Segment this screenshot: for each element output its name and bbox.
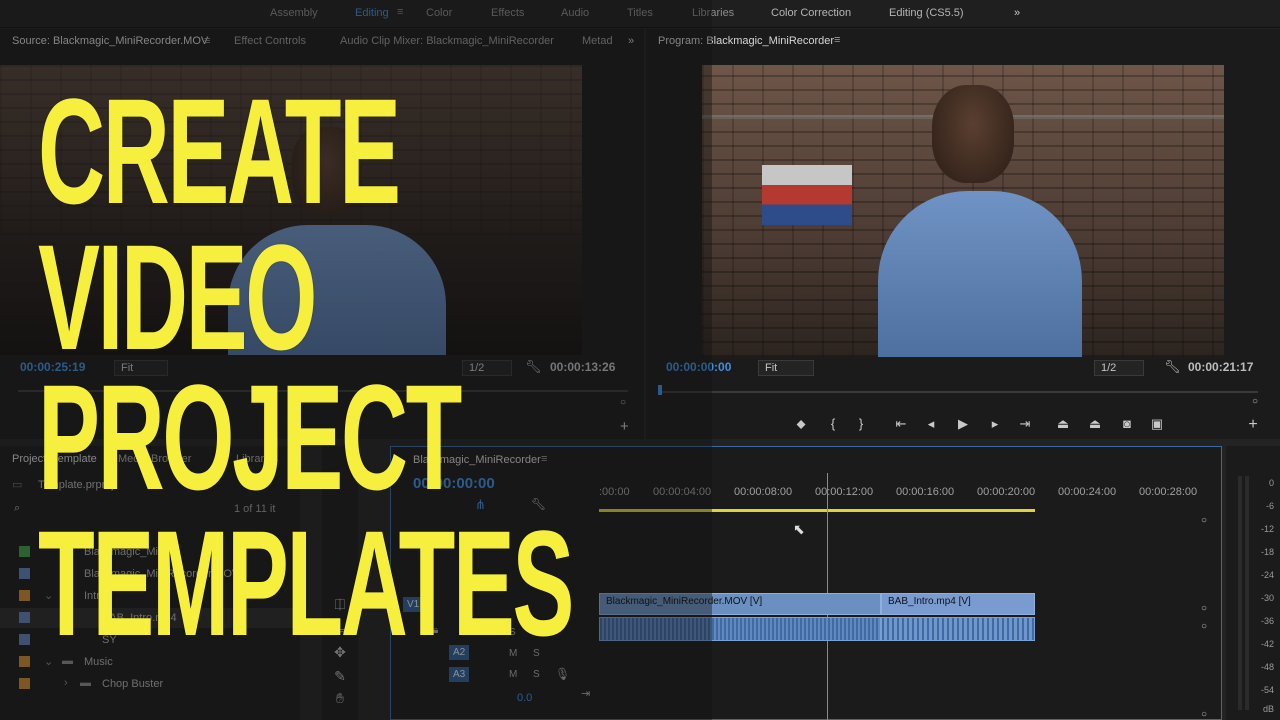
- program-tab-menu-icon[interactable]: ≡: [834, 34, 840, 46]
- ruler-tick-label: 00:00:16:00: [896, 486, 955, 498]
- timeline-scroll-handle-icon[interactable]: ○: [1201, 621, 1207, 632]
- audio-meters-panel: 0 -6 -12 -18 -24 -30 -36 -42 -48 -54 dB: [1226, 446, 1280, 720]
- lift-icon[interactable]: ⏏: [1052, 416, 1074, 432]
- headline-line-2: VIDEO: [38, 213, 317, 381]
- workspace-color-correction[interactable]: Color Correction: [771, 7, 851, 19]
- program-settings-wrench-icon[interactable]: 🔧︎: [1164, 359, 1181, 375]
- program-scrubber[interactable]: [660, 391, 1258, 393]
- ruler-tick-label: 00:00:28:00: [1139, 486, 1198, 498]
- headline-line-4: TEMPLATES: [38, 499, 574, 667]
- headline-line-3: PROJECT: [38, 353, 462, 521]
- video-clip[interactable]: BAB_Intro.mp4 [V]: [881, 593, 1035, 615]
- program-scroll-handle-icon[interactable]: ○: [1252, 396, 1258, 407]
- step-back-icon[interactable]: ◂: [920, 416, 942, 432]
- go-to-in-icon[interactable]: ⇤: [890, 416, 912, 432]
- go-to-out-icon[interactable]: ⇥: [1014, 416, 1036, 432]
- mark-in-icon[interactable]: {: [822, 416, 844, 431]
- program-video-frame: [702, 65, 1224, 357]
- program-flag: [762, 165, 852, 225]
- program-add-button-icon[interactable]: +: [1242, 416, 1264, 434]
- workspace-editing-cs55[interactable]: Editing (CS5.5): [889, 7, 964, 19]
- timeline-scroll-handle-icon[interactable]: ○: [1201, 603, 1207, 614]
- meter-scale-label: -12: [1260, 524, 1274, 534]
- meter-scale-label: -42: [1260, 639, 1274, 649]
- meter-scale-label: -36: [1260, 616, 1274, 626]
- comparison-view-icon[interactable]: ▣: [1146, 416, 1168, 432]
- meter-bar-left: [1238, 476, 1242, 710]
- mark-out-icon[interactable]: }: [850, 416, 872, 431]
- meter-scale-label: -48: [1260, 662, 1274, 672]
- marker-icon[interactable]: ⬥: [790, 416, 812, 432]
- meter-scale-label: -30: [1260, 593, 1274, 603]
- mouse-cursor-icon: ⬉: [793, 521, 805, 537]
- meter-scale-label: -6: [1265, 501, 1274, 511]
- program-resolution-dropdown[interactable]: 1/2: [1094, 360, 1144, 376]
- meter-scale-label: -18: [1260, 547, 1274, 557]
- meter-scale-label: -54: [1260, 685, 1274, 695]
- program-transport-controls: ⬥ { } ⇤ ◂ ▶ ▸ ⇥ ⏏ ⏏ ◙ ▣ +: [790, 416, 1260, 436]
- meter-db-label: dB: [1262, 704, 1274, 714]
- program-duration: 00:00:21:17: [1188, 360, 1254, 374]
- ruler-tick-label: 00:00:12:00: [815, 486, 874, 498]
- program-monitor-panel: Program: Blackmagic_MiniRecorder ≡ 00:00…: [646, 29, 1280, 439]
- program-fit-dropdown[interactable]: Fit: [758, 360, 814, 376]
- step-forward-icon[interactable]: ▸: [984, 416, 1006, 432]
- timeline-scroll-handle-icon[interactable]: ○: [1201, 709, 1207, 720]
- timeline-scroll-handle-icon[interactable]: ○: [1201, 515, 1207, 526]
- meter-scale-label: 0: [1268, 478, 1274, 488]
- extract-icon[interactable]: ⏏: [1084, 416, 1106, 432]
- ruler-tick-label: 00:00:08:00: [734, 486, 793, 498]
- camera-export-frame-icon[interactable]: ◙: [1116, 416, 1138, 431]
- headline-line-1: CREATE: [38, 67, 401, 235]
- play-icon[interactable]: ▶: [952, 416, 974, 432]
- program-person-shirt: [878, 191, 1082, 357]
- ruler-tick-label: 00:00:20:00: [977, 486, 1036, 498]
- meter-scale-label: -24: [1260, 570, 1274, 580]
- ruler-tick-label: 00:00:24:00: [1058, 486, 1117, 498]
- program-person-head: [932, 85, 1014, 183]
- workspace-overflow-button[interactable]: »: [1014, 7, 1020, 19]
- audio-clip[interactable]: [881, 617, 1035, 641]
